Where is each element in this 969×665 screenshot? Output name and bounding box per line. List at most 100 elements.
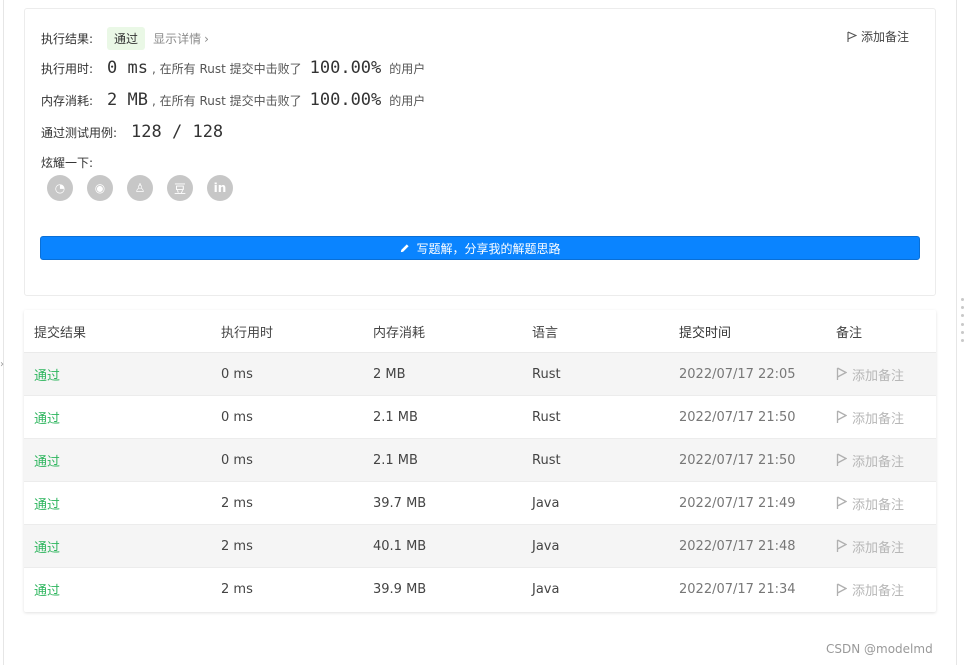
add-note-button[interactable]: 添加备注 (847, 28, 909, 45)
row-status[interactable]: 通过 (34, 365, 60, 384)
exec-result-label: 执行结果: (41, 32, 94, 46)
row-memory: 39.7 MB (373, 495, 427, 511)
row-submitted-time: 2022/07/17 21:49 (679, 495, 796, 511)
runtime-row: 执行用时: 0 ms , 在所有 Rust 提交中击败了 100.00% 的用户 (41, 58, 425, 78)
table-row[interactable]: 通过 2 ms 39.7 MB Java 2022/07/17 21:49 添加… (24, 482, 936, 525)
row-note-label: 添加备注 (852, 497, 905, 513)
row-status[interactable]: 通过 (34, 494, 60, 513)
row-language: Java (532, 582, 560, 597)
wechat-icon[interactable]: ◔ (47, 175, 73, 201)
row-note-label: 添加备注 (852, 411, 905, 427)
table-body: 通过 0 ms 2 MB Rust 2022/07/17 22:05 添加备注 … (24, 353, 936, 611)
row-status[interactable]: 通过 (34, 537, 60, 556)
memory-value: 2 MB (107, 90, 148, 110)
row-add-note[interactable]: 添加备注 (836, 365, 904, 384)
row-memory: 2 MB (373, 366, 406, 382)
memory-percent: 100.00% (309, 90, 382, 110)
row-memory: 40.1 MB (373, 538, 427, 554)
row-submitted-time: 2022/07/17 21:50 (679, 409, 796, 425)
add-note-label: 添加备注 (860, 30, 909, 44)
table-row[interactable]: 通过 0 ms 2.1 MB Rust 2022/07/17 21:50 添加备… (24, 396, 936, 439)
runtime-text: , 在所有 Rust 提交中击败了 (152, 61, 302, 76)
qq-icon[interactable]: ♙ (127, 175, 153, 201)
header-runtime[interactable]: 执行用时 (221, 322, 273, 341)
row-runtime: 0 ms (221, 452, 253, 468)
table-row[interactable]: 通过 2 ms 39.9 MB Java 2022/07/17 21:34 添加… (24, 568, 936, 611)
flag-icon (836, 410, 847, 423)
runtime-value: 0 ms (107, 58, 148, 78)
row-add-note[interactable]: 添加备注 (836, 408, 904, 427)
row-submitted-time: 2022/07/17 21:50 (679, 452, 796, 468)
write-solution-button[interactable]: 写题解，分享我的解题思路 (40, 236, 920, 260)
memory-text: , 在所有 Rust 提交中击败了 (152, 93, 302, 108)
header-language[interactable]: 语言 (532, 322, 558, 341)
share-label: 炫耀一下: (41, 156, 94, 170)
douban-icon[interactable]: 豆 (167, 175, 193, 201)
row-submitted-time: 2022/07/17 21:34 (679, 582, 796, 597)
flag-icon (836, 367, 847, 380)
header-status[interactable]: 提交结果 (34, 322, 86, 341)
share-label-row: 炫耀一下: (41, 154, 93, 171)
status-badge: 通过 (107, 27, 146, 50)
row-submitted-time: 2022/07/17 21:48 (679, 538, 796, 554)
panel-left-border (3, 0, 4, 665)
row-note-label: 添加备注 (852, 540, 905, 556)
collapse-icon[interactable]: › (0, 360, 4, 370)
row-add-note[interactable]: 添加备注 (836, 537, 904, 556)
header-note: 备注 (836, 325, 863, 341)
write-solution-label: 写题解，分享我的解题思路 (416, 241, 561, 256)
table-row[interactable]: 通过 0 ms 2.1 MB Rust 2022/07/17 21:50 添加备… (24, 439, 936, 482)
testcases-value: 128 / 128 (131, 122, 224, 142)
runtime-suffix: 的用户 (389, 61, 426, 76)
row-language: Rust (532, 409, 561, 425)
show-details-link[interactable]: 显示详情 › (153, 30, 209, 47)
header-memory[interactable]: 内存消耗 (373, 322, 425, 341)
flag-icon (836, 539, 847, 552)
table-row[interactable]: 通过 0 ms 2 MB Rust 2022/07/17 22:05 添加备注 (24, 353, 936, 396)
row-note-label: 添加备注 (852, 454, 905, 470)
runtime-percent: 100.00% (309, 58, 382, 78)
row-runtime: 0 ms (221, 409, 253, 425)
testcases-row: 通过测试用例: 128 / 128 (41, 122, 223, 142)
flag-icon (836, 496, 847, 509)
weibo-icon[interactable]: ◉ (87, 175, 113, 201)
panel-right-border (956, 0, 957, 665)
memory-label: 内存消耗: (41, 93, 94, 108)
row-add-note[interactable]: 添加备注 (836, 494, 904, 513)
row-memory: 39.9 MB (373, 582, 427, 597)
row-runtime: 2 ms (221, 538, 253, 554)
row-add-note[interactable]: 添加备注 (836, 580, 904, 599)
watermark: CSDN @modelmd (826, 642, 933, 656)
row-language: Rust (532, 452, 561, 468)
memory-suffix: 的用户 (389, 93, 426, 108)
runtime-label: 执行用时: (41, 61, 94, 76)
row-status[interactable]: 通过 (34, 451, 60, 470)
row-language: Java (532, 538, 560, 554)
flag-icon (836, 453, 847, 466)
row-status[interactable]: 通过 (34, 408, 60, 427)
row-language: Rust (532, 366, 561, 382)
row-add-note[interactable]: 添加备注 (836, 451, 904, 470)
show-details-label: 显示详情 (153, 32, 202, 46)
chevron-right-icon: › (204, 31, 209, 46)
table-row[interactable]: 通过 2 ms 40.1 MB Java 2022/07/17 21:48 添加… (24, 525, 936, 568)
resize-handle[interactable] (959, 298, 965, 342)
result-card: 执行结果: 通过 显示详情 › 添加备注 执行用时: 0 ms , 在所有 Ru… (24, 8, 936, 296)
flag-icon (836, 582, 847, 596)
submissions-table: 提交结果 执行用时 内存消耗 语言 提交时间 备注 通过 0 ms 2 MB R… (24, 310, 936, 612)
row-status[interactable]: 通过 (34, 580, 60, 599)
row-runtime: 2 ms (221, 582, 253, 597)
row-note-label: 添加备注 (852, 368, 905, 384)
exec-result-row: 执行结果: 通过 显示详情 › (41, 27, 209, 50)
pencil-icon (401, 243, 410, 252)
memory-row: 内存消耗: 2 MB , 在所有 Rust 提交中击败了 100.00% 的用户 (41, 90, 425, 110)
row-note-label: 添加备注 (852, 584, 905, 599)
testcases-label: 通过测试用例: (41, 125, 118, 140)
row-submitted-time: 2022/07/17 22:05 (679, 366, 796, 382)
linkedin-icon[interactable]: in (207, 175, 233, 201)
table-header: 提交结果 执行用时 内存消耗 语言 提交时间 备注 (24, 310, 936, 353)
row-memory: 2.1 MB (373, 409, 418, 425)
header-submitted-time[interactable]: 提交时间 (679, 322, 731, 341)
row-runtime: 0 ms (221, 366, 253, 382)
flag-icon (847, 30, 857, 42)
